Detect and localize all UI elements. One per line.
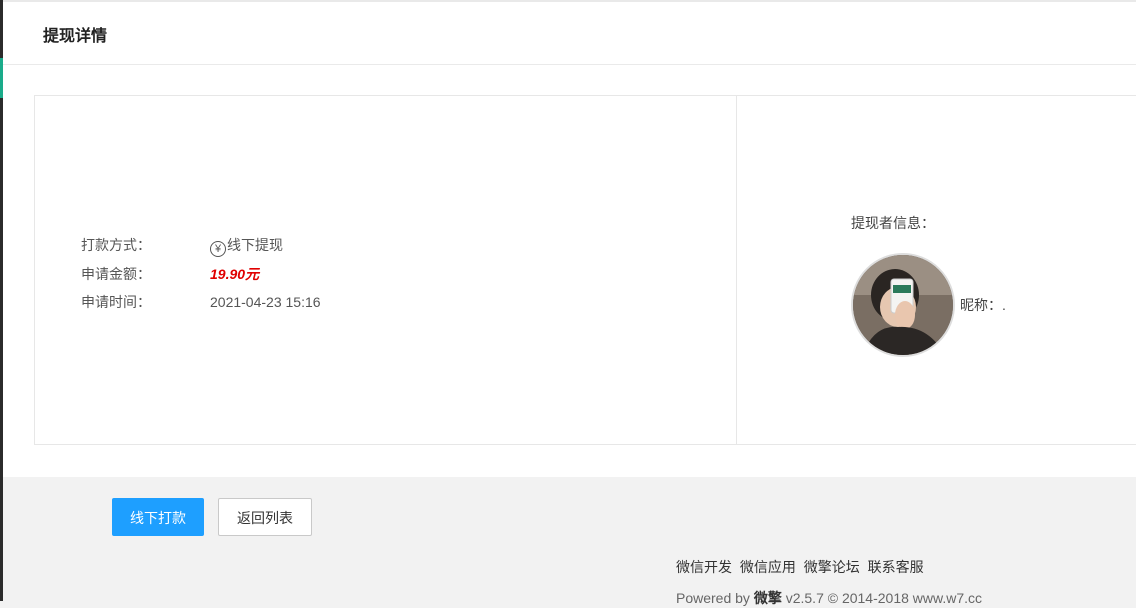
brand-name: 微擎: [753, 590, 782, 606]
title-divider: [3, 64, 1136, 65]
amount-label: 申请金额：: [81, 266, 151, 282]
footer-link-forum[interactable]: 微擎论坛: [804, 559, 860, 575]
footer-link-wechat-dev[interactable]: 微信开发: [676, 559, 732, 575]
method-value: 线下提现: [227, 237, 283, 253]
time-label: 申请时间：: [81, 294, 151, 310]
back-to-list-button[interactable]: 返回列表: [218, 498, 312, 536]
amount-value: 19.90元: [210, 266, 260, 282]
nickname-label: 昵称：.: [960, 297, 1006, 313]
withdrawal-card: 打款方式： ¥ 线下提现 申请金额： 19.90元 申请时间： 2021-04-2…: [34, 95, 1136, 445]
time-value: 2021-04-23 15:16: [210, 294, 321, 310]
powered-by-text: Powered by: [676, 590, 750, 606]
method-value-wrap: ¥ 线下提现: [210, 235, 283, 257]
page-title: 提现详情: [43, 28, 108, 45]
version-text: v2.5.7 © 2014-2018 www.w7.cc: [785, 590, 983, 606]
offline-pay-button[interactable]: 线下打款: [112, 498, 204, 536]
avatar-image-icon: [853, 255, 953, 355]
footer-link-wechat-apps[interactable]: 微信应用: [740, 559, 796, 575]
method-label: 打款方式：: [81, 237, 151, 253]
detail-panel: 提现详情 打款方式： ¥ 线下提现 申请金额： 19.90元 申请时间： 2021…: [3, 2, 1136, 477]
card-divider: [736, 96, 737, 444]
footer-copyright: Powered by 微擎 v2.5.7 © 2014-2018 www.w7.…: [676, 588, 982, 608]
footer-link-support[interactable]: 联系客服: [868, 559, 924, 575]
footer-links: 微信开发 微信应用 微擎论坛 联系客服: [676, 557, 928, 577]
user-info-heading: 提现者信息：: [851, 215, 935, 231]
user-avatar: [851, 253, 955, 357]
yuan-circle-icon: ¥: [210, 241, 226, 257]
